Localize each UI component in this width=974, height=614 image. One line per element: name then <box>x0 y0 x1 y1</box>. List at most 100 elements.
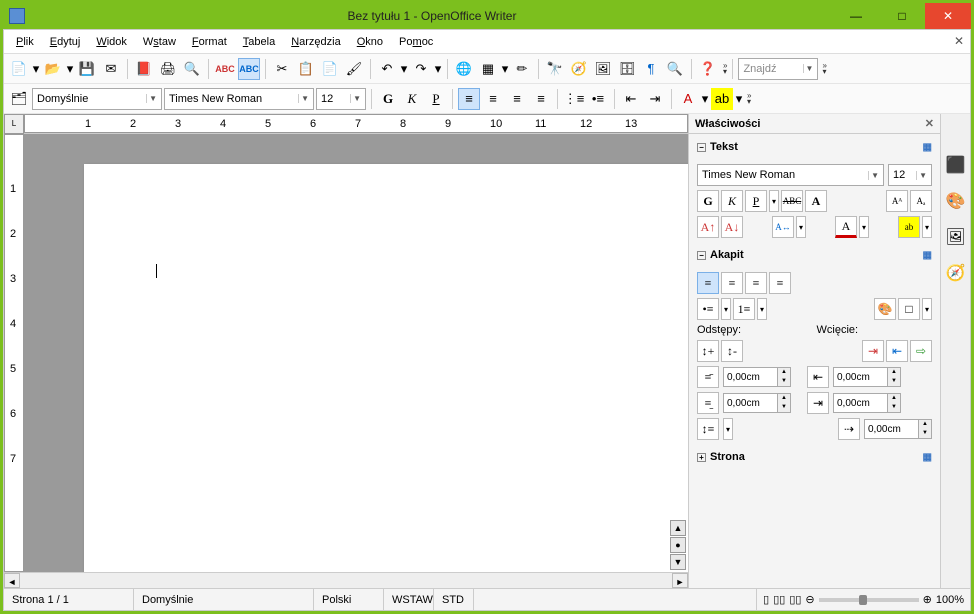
panel-underline-dropdown[interactable]: ▾ <box>769 190 779 212</box>
search-dropdown-arrow[interactable]: ▼ <box>803 64 816 73</box>
panel-align-justify[interactable]: ≡ <box>769 272 791 294</box>
email-button[interactable]: ✉ <box>100 58 122 80</box>
panel-subscript-button[interactable]: Aₐ <box>910 190 932 212</box>
next-page-button[interactable]: ▼ <box>670 554 686 570</box>
panel-underline-button[interactable]: P <box>745 190 767 212</box>
panel-align-right[interactable]: ≡ <box>745 272 767 294</box>
table-dropdown[interactable]: ▾ <box>501 58 509 80</box>
spacing-below-input[interactable]: 0,00cm▲▼ <box>723 393 791 413</box>
numbering-button[interactable]: ⋮≡ <box>563 88 585 110</box>
hanging-indent-button[interactable]: ⇨ <box>910 340 932 362</box>
status-style[interactable]: Domyślnie <box>134 589 314 610</box>
paragraph-section-header[interactable]: −Akapit ▦ <box>695 246 934 264</box>
panel-align-left[interactable]: ≡ <box>697 272 719 294</box>
panel-spacing-dropdown[interactable]: ▾ <box>796 216 806 238</box>
size-dropdown[interactable]: 12▼ <box>316 88 366 110</box>
datasources-button[interactable]: 🗄 <box>616 58 638 80</box>
zoom-value[interactable]: 100% <box>936 594 964 606</box>
panel-numbering-dropdown[interactable]: ▾ <box>757 298 767 320</box>
panel-highlight-button[interactable]: ab <box>898 216 920 238</box>
text-section-menu-icon[interactable]: ▦ <box>923 142 932 153</box>
status-insert[interactable]: WSTAW <box>384 589 434 610</box>
view-book-icon[interactable]: ▯▯ <box>789 593 801 606</box>
page-canvas[interactable]: ▲ ● ▼ <box>24 134 688 572</box>
spacing-above-input[interactable]: 0,00cm▲▼ <box>723 367 791 387</box>
menu-okno[interactable]: Okno <box>349 33 391 51</box>
properties-tab-icon[interactable]: ⬛ <box>945 154 967 176</box>
menu-format[interactable]: Format <box>184 33 235 51</box>
italic-button[interactable]: K <box>401 88 423 110</box>
panel-spacing-button[interactable]: A↔ <box>772 216 794 238</box>
open-dropdown-arrow[interactable]: ▾ <box>66 58 74 80</box>
styles-tab-icon[interactable]: 🎨 <box>945 190 967 212</box>
nav-object-button[interactable]: ● <box>670 537 686 553</box>
format-overflow[interactable]: »▾ <box>747 93 751 105</box>
panel-highlight-dropdown[interactable]: ▾ <box>922 216 932 238</box>
save-button[interactable]: 💾 <box>76 58 98 80</box>
bold-button[interactable]: G <box>377 88 399 110</box>
font-dropdown[interactable]: Times New Roman▼ <box>164 88 314 110</box>
align-left-button[interactable]: ≡ <box>458 88 480 110</box>
panel-fontcolor-button[interactable]: A <box>835 216 857 238</box>
dec-indent-button[interactable]: ⇤ <box>620 88 642 110</box>
draw-button[interactable]: ✏ <box>511 58 533 80</box>
panel-align-center[interactable]: ≡ <box>721 272 743 294</box>
page-section-menu-icon[interactable]: ▦ <box>923 452 932 463</box>
paragraph-section-menu-icon[interactable]: ▦ <box>923 250 932 261</box>
line-spacing-dropdown[interactable]: ▾ <box>723 418 733 440</box>
text-section-header[interactable]: −Tekst ▦ <box>695 138 934 156</box>
panel-italic-button[interactable]: K <box>721 190 743 212</box>
autospell-button[interactable]: ABC <box>238 58 260 80</box>
page-section-header[interactable]: +Strona ▦ <box>695 448 934 466</box>
cut-button[interactable]: ✂ <box>271 58 293 80</box>
horizontal-scrollbar[interactable]: ◄ ► <box>4 572 688 588</box>
indent-right-input[interactable]: 0,00cm▲▼ <box>833 393 901 413</box>
nonprint-button[interactable]: ¶ <box>640 58 662 80</box>
paste-button[interactable]: 📄 <box>319 58 341 80</box>
zoom-in-icon[interactable]: ⊕ <box>923 593 932 606</box>
panel-fontcolor-dropdown[interactable]: ▾ <box>859 216 869 238</box>
underline-button[interactable]: P <box>425 88 447 110</box>
doc-close-icon[interactable]: ✕ <box>954 34 964 48</box>
toolbar-overflow[interactable]: »▾ <box>723 63 727 75</box>
undo-dropdown[interactable]: ▾ <box>400 58 408 80</box>
menu-narzedzia[interactable]: Narzędzia <box>283 33 349 51</box>
panel-size-dropdown[interactable]: 12▼ <box>888 164 932 186</box>
align-center-button[interactable]: ≡ <box>482 88 504 110</box>
zoom-out-icon[interactable]: ⊖ <box>805 593 814 606</box>
pdf-button[interactable]: 📕 <box>133 58 155 80</box>
status-lang[interactable]: Polski <box>314 589 384 610</box>
formatpaint-button[interactable]: 🖌 <box>343 58 365 80</box>
close-button[interactable]: ✕ <box>925 3 971 29</box>
status-page[interactable]: Strona 1 / 1 <box>4 589 134 610</box>
panel-bullets-dropdown[interactable]: ▾ <box>721 298 731 320</box>
fontcolor-dropdown[interactable]: ▾ <box>701 88 709 110</box>
align-right-button[interactable]: ≡ <box>506 88 528 110</box>
navigator-button[interactable]: 🧭 <box>568 58 590 80</box>
panel-strike-button[interactable]: ABC <box>781 190 803 212</box>
indent-first-input[interactable]: 0,00cm▲▼ <box>864 419 932 439</box>
undo-button[interactable]: ↶ <box>376 58 398 80</box>
new-dropdown-arrow[interactable]: ▾ <box>32 58 40 80</box>
maximize-button[interactable]: □ <box>879 3 925 29</box>
status-std[interactable]: STD <box>434 589 474 610</box>
menu-plik[interactable]: Plik <box>8 33 42 51</box>
redo-button[interactable]: ↷ <box>410 58 432 80</box>
scroll-right[interactable]: ► <box>672 573 688 588</box>
inc-spacing-button[interactable]: ↕+ <box>697 340 719 362</box>
view-single-icon[interactable]: ▯ <box>763 593 769 606</box>
highlight-dropdown[interactable]: ▾ <box>735 88 743 110</box>
inc-indent-button-panel[interactable]: ⇥ <box>862 340 884 362</box>
vertical-ruler[interactable]: 1234567 <box>4 134 24 572</box>
scroll-left[interactable]: ◄ <box>4 573 20 588</box>
panel-shadow-button[interactable]: A <box>805 190 827 212</box>
line-spacing-button[interactable]: ↕≡ <box>697 418 719 440</box>
highlight-button[interactable]: ab <box>711 88 733 110</box>
document-page[interactable] <box>84 164 688 572</box>
panel-bg-dropdown[interactable]: ▾ <box>922 298 932 320</box>
new-button[interactable]: 📄 <box>8 58 30 80</box>
panel-bgfill-button[interactable]: □ <box>898 298 920 320</box>
prev-page-button[interactable]: ▲ <box>670 520 686 536</box>
search-box[interactable]: Znajdź ▼ <box>738 58 818 80</box>
redo-dropdown[interactable]: ▾ <box>434 58 442 80</box>
